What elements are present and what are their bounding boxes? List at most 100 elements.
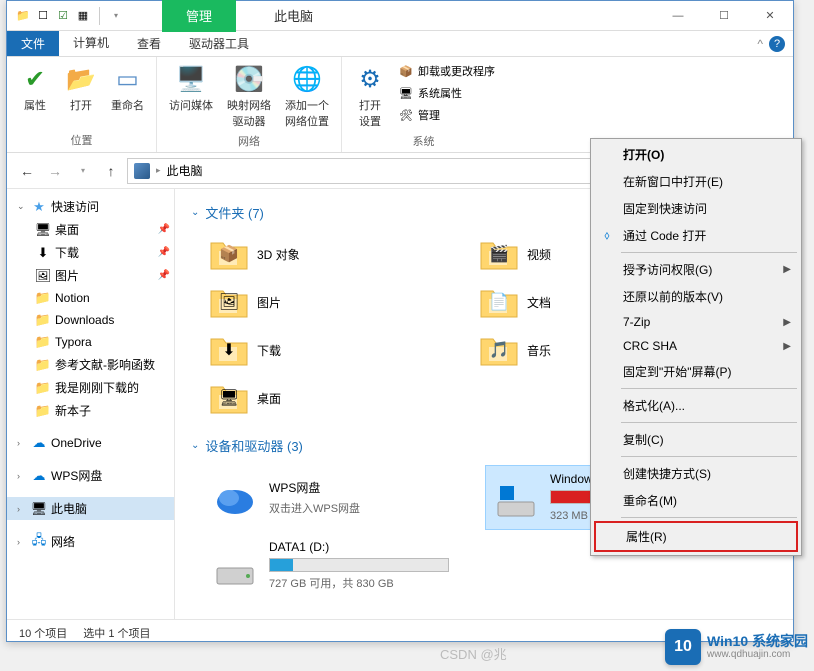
sidebar-item[interactable]: 📁参考文献-影响函数: [7, 353, 174, 376]
menu-item-label: 通过 Code 打开: [623, 227, 706, 244]
vscode-icon: ⬨: [599, 228, 615, 244]
ribbon-add-location[interactable]: 🌐 添加一个 网络位置: [281, 61, 333, 131]
ribbon-map-drive[interactable]: 💽 映射网络 驱动器: [223, 61, 275, 131]
sidebar-item[interactable]: 📁Notion: [7, 287, 174, 309]
context-menu-item[interactable]: 还原以前的版本(V): [593, 283, 799, 310]
context-menu-item[interactable]: CRC SHA▶: [593, 334, 799, 358]
folder-icon: 📁: [35, 403, 51, 419]
help-icon[interactable]: ?: [769, 36, 785, 52]
separator: [99, 7, 100, 25]
caret-icon[interactable]: ›: [17, 438, 27, 448]
sidebar-item[interactable]: 📁Typora: [7, 331, 174, 353]
up-button[interactable]: ↑: [99, 159, 123, 183]
pin-icon: 📌: [158, 270, 170, 281]
ribbon-manage[interactable]: 🛠 管理: [396, 105, 497, 125]
chevron-down-icon[interactable]: ⌄: [191, 440, 199, 451]
context-menu-item[interactable]: 重命名(M): [593, 487, 799, 514]
context-menu-item[interactable]: 复制(C): [593, 426, 799, 453]
caret-icon[interactable]: ⌄: [17, 201, 27, 212]
collapse-ribbon-icon[interactable]: ^: [757, 37, 763, 51]
tab-computer[interactable]: 计算机: [59, 31, 123, 56]
menu-item-label: 授予访问权限(G): [623, 261, 712, 278]
sidebar-item[interactable]: 🖼图片📌: [7, 264, 174, 287]
context-menu-item[interactable]: 授予访问权限(G) ▶: [593, 256, 799, 283]
ribbon-media[interactable]: 🖥️ 访问媒体: [165, 61, 217, 115]
caret-icon[interactable]: ›: [17, 537, 27, 547]
sidebar-item[interactable]: 📁新本子: [7, 399, 174, 422]
tab-file[interactable]: 文件: [7, 31, 59, 56]
close-button[interactable]: ✕: [747, 1, 793, 31]
folder-item[interactable]: ⬇下载: [205, 328, 445, 372]
drive-icon: [211, 478, 259, 518]
csdn-watermark: CSDN @兆: [440, 644, 507, 663]
separator: [621, 422, 797, 423]
forward-button[interactable]: →: [43, 159, 67, 183]
watermark-title: Win10 系统家园: [707, 634, 808, 649]
context-menu-item[interactable]: 固定到快速访问: [593, 195, 799, 222]
nav-quick-access[interactable]: ⌄ ★ 快速访问: [7, 195, 174, 218]
nav-pane[interactable]: ⌄ ★ 快速访问 🖥桌面📌⬇下载📌🖼图片📌📁Notion📁Downloads📁T…: [7, 189, 175, 619]
ribbon-properties[interactable]: ✔ 属性: [15, 61, 55, 115]
nav-onedrive[interactable]: › ☁ OneDrive: [7, 432, 174, 454]
recent-dropdown[interactable]: ▾: [71, 159, 95, 183]
ribbon-sysprops[interactable]: 🖥 系统属性: [396, 83, 497, 103]
folder-item[interactable]: 🖥桌面: [205, 376, 445, 420]
sidebar-item-label: 新本子: [55, 402, 91, 419]
location-text[interactable]: 此电脑: [167, 162, 203, 179]
sidebar-item[interactable]: 🖥桌面📌: [7, 218, 174, 241]
ribbon-open[interactable]: 📂 打开: [61, 61, 101, 115]
window-title: 此电脑: [236, 6, 655, 25]
minimize-button[interactable]: —: [655, 1, 701, 31]
chevron-right-icon: ▶: [783, 341, 791, 352]
folder-name: 音乐: [527, 342, 551, 359]
qat-checked-icon[interactable]: ☑: [55, 8, 71, 24]
folder-icon: 📁: [35, 334, 51, 350]
separator: [621, 456, 797, 457]
qat-image-icon[interactable]: ▦: [75, 8, 91, 24]
qat-unchecked-icon[interactable]: ☐: [35, 8, 51, 24]
back-button[interactable]: ←: [15, 159, 39, 183]
caret-icon[interactable]: ›: [17, 504, 27, 514]
sidebar-item[interactable]: 📁我是刚刚下载的: [7, 376, 174, 399]
qat-dropdown-icon[interactable]: ▾: [108, 8, 124, 24]
ribbon-uninstall[interactable]: 📦 卸载或更改程序: [396, 61, 497, 81]
menu-item-label: 创建快捷方式(S): [623, 465, 711, 482]
ribbon-help: ^ ?: [757, 31, 793, 56]
media-icon: 🖥️: [175, 63, 207, 95]
context-menu-item[interactable]: ⬨ 通过 Code 打开: [593, 222, 799, 249]
nav-wps[interactable]: › ☁ WPS网盘: [7, 464, 174, 487]
download-icon: ⬇: [35, 245, 51, 261]
ribbon-group-location: ✔ 属性 📂 打开 ▭ 重命名 位置: [7, 57, 157, 152]
context-menu-item[interactable]: 创建快捷方式(S): [593, 460, 799, 487]
watermark-url: www.qdhuajin.com: [707, 649, 808, 660]
sidebar-item[interactable]: ⬇下载📌: [7, 241, 174, 264]
context-menu-item[interactable]: 7-Zip▶: [593, 310, 799, 334]
nav-network[interactable]: › 🖧 网络: [7, 530, 174, 553]
star-icon: ★: [31, 199, 47, 215]
ribbon-settings[interactable]: ⚙ 打开 设置: [350, 61, 390, 131]
chevron-right-icon: ▶: [783, 264, 791, 275]
context-menu-item[interactable]: 打开(O): [593, 141, 799, 168]
ribbon-rename[interactable]: ▭ 重命名: [107, 61, 148, 115]
chevron-down-icon[interactable]: ⌄: [191, 207, 199, 218]
folder-item[interactable]: 🖼图片: [205, 280, 445, 324]
nav-this-pc[interactable]: › 🖥 此电脑: [7, 497, 174, 520]
maximize-button[interactable]: ☐: [701, 1, 747, 31]
sidebar-item[interactable]: 📁Downloads: [7, 309, 174, 331]
tab-view[interactable]: 查看: [123, 31, 175, 56]
drive-item[interactable]: DATA1 (D:)727 GB 可用，共 830 GB: [205, 534, 455, 597]
context-menu-item[interactable]: 固定到"开始"屏幕(P): [593, 358, 799, 385]
folder-name: 图片: [257, 294, 281, 311]
context-menu[interactable]: 打开(O)在新窗口中打开(E)固定到快速访问⬨通过 Code 打开授予访问权限(…: [590, 138, 802, 556]
menu-item-label: 属性(R): [626, 528, 667, 545]
caret-icon[interactable]: ›: [17, 471, 27, 481]
context-menu-item[interactable]: 在新窗口中打开(E): [593, 168, 799, 195]
context-menu-item[interactable]: 属性(R): [596, 523, 796, 550]
group-label: 位置: [15, 130, 148, 150]
tab-drive-tools[interactable]: 驱动器工具: [175, 31, 263, 56]
folder-name: 3D 对象: [257, 246, 300, 263]
menu-item-label: 7-Zip: [623, 315, 650, 329]
folder-item[interactable]: 📦3D 对象: [205, 232, 445, 276]
drive-item[interactable]: WPS网盘双击进入WPS网盘: [205, 465, 455, 530]
context-menu-item[interactable]: 格式化(A)...: [593, 392, 799, 419]
